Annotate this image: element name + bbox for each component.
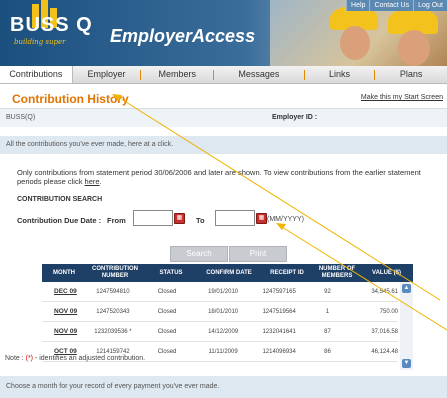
page-title: Contribution History [12,92,129,106]
status: Closed [157,328,177,335]
member-count: 87 [324,328,331,335]
note-prefix: Note : [5,355,26,362]
month-link[interactable]: DEC 09 [42,282,85,301]
col-number-of-members[interactable]: NUMBER OF MEMBERS [314,264,360,282]
col-contribution-number[interactable]: CONTRIBUTION NUMBER [86,264,144,282]
intro-text: All the contributions you've ever made, … [6,141,174,148]
receipt-id: 1247597165 [262,288,296,295]
nav-employer[interactable]: Employer [73,66,141,83]
value: 34,545.61 [371,288,399,295]
confirm-date: 19/01/2010 [208,288,239,295]
nav-messages[interactable]: Messages [214,66,304,83]
status: Closed [157,308,177,315]
employer-id-label: Employer ID : [272,114,318,121]
org-bar: BUSS(Q) Employer ID : [0,109,447,127]
product-name: EmployerAccess [110,26,256,46]
nav-contributions[interactable]: Contributions [0,66,73,83]
member-count: 1 [325,308,330,315]
search-heading: CONTRIBUTION SEARCH [17,196,103,203]
to-calendar-icon[interactable]: ▦ [256,213,267,224]
value: 750.00 [379,308,399,315]
date-format-hint: (MM/YYYY) [267,216,304,223]
col-value[interactable]: VALUE ($) [360,264,413,282]
table-scrollbar[interactable]: ▲ ▼ [400,282,413,370]
contribution-number: 1247594810 [96,288,130,295]
org-name: BUSS(Q) [6,114,36,121]
scroll-up-icon[interactable]: ▲ [402,284,411,293]
to-label: To [196,216,205,225]
status: Closed [157,288,177,295]
adjusted-note: Note : (*) - identifies an adjusted cont… [5,355,145,362]
from-calendar-icon[interactable]: ▦ [174,213,185,224]
member-count: 92 [324,288,331,295]
contribution-number: 1247520343 [96,308,130,315]
table-row: NOV 09 1232039536 * Closed 14/12/2009 12… [42,322,398,342]
utility-links: Help Contact Us Log Out [346,0,447,11]
due-date-label: Contribution Due Date : [17,216,102,225]
footer-text: Choose a month for your record of every … [6,383,220,390]
contact-us-link[interactable]: Contact Us [369,0,413,11]
to-date-input[interactable] [215,210,255,226]
adjusted-star: (*) [25,355,34,362]
footer-bar: Choose a month for your record of every … [0,376,447,398]
confirm-date: 11/11/2009 [208,348,238,355]
value: 46,124.48 [371,348,399,355]
notice-text: Only contributions from statement period… [17,168,421,186]
main-nav: Contributions Employer Members Messages … [0,66,447,84]
receipt-id: 1232041641 [262,328,296,335]
member-count: 86 [324,348,331,355]
scroll-down-icon[interactable]: ▼ [402,359,411,368]
earlier-periods-link[interactable]: here [85,177,100,186]
col-month[interactable]: MONTH [42,264,86,282]
search-button[interactable]: Search [170,246,228,262]
confirm-date: 14/12/2009 [208,328,239,335]
status: Closed [157,348,177,355]
make-start-screen-link[interactable]: Make this my Start Screen [361,94,443,101]
print-button[interactable]: Print [229,246,287,262]
table-row: DEC 09 1247594810 Closed 19/01/2010 1247… [42,282,398,302]
arrow-head-calendar [276,223,286,230]
app-header: BUSS Q building super EmployerAccess Hel… [0,0,447,66]
note-suffix: - identifies an adjusted contribution. [33,355,146,362]
nav-links[interactable]: Links [305,66,375,83]
nav-plans[interactable]: Plans [375,66,447,83]
help-link[interactable]: Help [346,0,369,11]
intro-bar: All the contributions you've ever made, … [0,136,447,154]
month-link[interactable]: NOV 09 [42,302,85,321]
statement-period-notice: Only contributions from statement period… [17,168,421,186]
from-label: From [107,216,126,225]
table-header: MONTH CONTRIBUTION NUMBER STATUS CONFIRM… [42,264,413,282]
nav-members[interactable]: Members [141,66,213,83]
confirm-date: 18/01/2010 [208,308,239,315]
month-link[interactable]: NOV 09 [42,322,85,341]
col-receipt-id[interactable]: RECEIPT ID [260,264,314,282]
logo-tagline: building super [14,38,66,46]
col-confirm-date[interactable]: CONFIRM DATE [198,264,260,282]
log-out-link[interactable]: Log Out [413,0,447,11]
contribution-number: 1232039536 * [94,328,132,335]
receipt-id: 1214096934 [262,348,296,355]
value: 37,016.58 [371,328,399,335]
receipt-id: 1247519564 [262,308,296,315]
from-date-input[interactable] [133,210,173,226]
col-status[interactable]: STATUS [144,264,198,282]
logo-text[interactable]: BUSS Q [10,14,93,37]
table-row: NOV 09 1247520343 Closed 18/01/2010 1247… [42,302,398,322]
